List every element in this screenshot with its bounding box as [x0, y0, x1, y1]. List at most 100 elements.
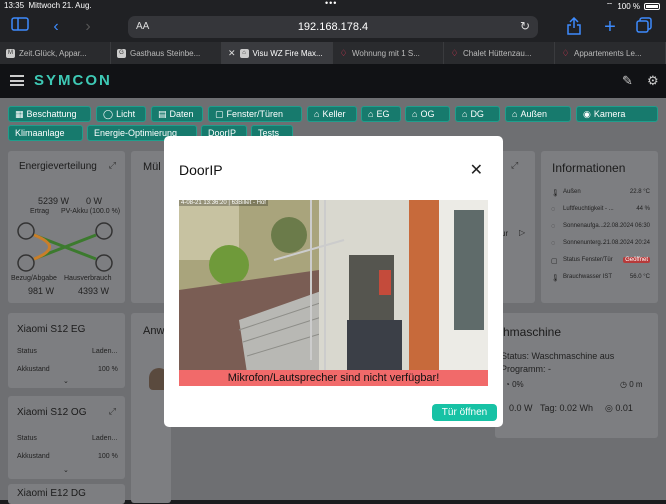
info-card-title: Informationen	[552, 161, 626, 175]
nav-chip-klimaanlage[interactable]: Klimaanlage	[8, 125, 83, 141]
nav-chip-fenster[interactable]: ▢ Fenster/Türen	[208, 106, 302, 122]
camera-timestamp: 4-08-21 13:36:20 | 63Billet - Hof	[179, 200, 268, 206]
chevron-down-icon[interactable]: ⌄	[63, 466, 69, 474]
tab-bar: M Zeit.Glück, Appar... G Gasthaus Steinbe.…	[0, 42, 666, 64]
ertrag-label: Ertrag	[30, 208, 50, 215]
ios-status-bar: 13:35 Mittwoch 21. Aug. ••• ⌔ 100 %	[0, 0, 666, 12]
back-icon[interactable]: ‹	[46, 17, 66, 37]
washer-card[interactable]: hmaschine Status: Waschmaschine aus Prog…	[495, 313, 658, 438]
thermometer-icon: 🌡	[551, 275, 560, 282]
nav-chip-dg[interactable]: ⌂ DG	[455, 106, 500, 122]
haus-label: Hausverbrauch	[64, 275, 112, 282]
nav-chip-beschattung[interactable]: ▦ Beschattung	[8, 106, 91, 122]
battery-icon	[644, 2, 660, 10]
tab-label: Zeit.Glück, Appar...	[19, 48, 87, 58]
washer-card-title: hmaschine	[503, 325, 562, 339]
coin-icon: ◎	[605, 403, 616, 413]
info-row: ▢ Status Fenster/Tür Geöffnet	[551, 257, 650, 265]
tab-label: Visu WZ Fire Max...	[252, 48, 323, 58]
home-icon: ⌂	[368, 109, 374, 119]
app-header: SYMCON ✎ ⚙	[0, 64, 666, 98]
humidity-icon: ◌	[551, 206, 556, 213]
browser-tab[interactable]: ♢ Wohnung mit 1 S...	[333, 42, 444, 64]
expand-icon[interactable]: ⤢	[109, 160, 116, 171]
xiaomi-og-title: Xiaomi S12 OG	[17, 407, 87, 418]
washer-program: Programm: -	[501, 364, 552, 374]
airbnb-icon: ♢	[450, 47, 459, 58]
forward-icon[interactable]: ›	[78, 17, 98, 37]
tab-favicon: G	[117, 48, 126, 58]
gear-icon[interactable]: ⚙	[647, 73, 659, 89]
home-icon: ⌂	[412, 109, 418, 119]
energy-card[interactable]: Energieverteilung ⤢ 5239 W Ertrag 0 W PV…	[8, 151, 125, 303]
energy-card-title: Energieverteilung	[19, 161, 97, 172]
dialog-title: DoorIP	[179, 162, 223, 178]
xiaomi-og-card[interactable]: Xiaomi S12 OG ⤢ Status Laden... Akkustan…	[8, 396, 125, 479]
clock-icon: ◷	[620, 380, 630, 389]
nav-chip-kamera[interactable]: ◉ Kamera	[576, 106, 658, 122]
chart-icon: ▤	[158, 108, 167, 119]
play-icon[interactable]: ▷	[519, 228, 525, 237]
sunset-icon: ◌	[551, 240, 556, 247]
nav-chip-licht[interactable]: ◯ Licht	[96, 106, 146, 122]
washer-status: Status: Waschmaschine aus	[501, 351, 615, 361]
expand-icon[interactable]: ⤢	[109, 406, 116, 417]
nav-chip-og[interactable]: ⌂ OG	[405, 106, 450, 122]
info-row: ◌ Luftfeuchtigkeit - ... 44 %	[551, 206, 650, 213]
info-row: 🌡 Brauchwasser IST 56.0 °C	[551, 274, 650, 282]
washer-time-left: ◷ 0 m	[620, 380, 643, 389]
info-card[interactable]: Informationen 🌡 Außen 22.8 °C ◌ Luftfeuchti…	[541, 151, 658, 303]
window-icon: ▢	[551, 258, 558, 265]
browser-tab-active[interactable]: ✕ ⌂ Visu WZ Fire Max...	[222, 42, 333, 64]
wifi-icon: ⌔	[605, 1, 614, 10]
home-icon: ⌂	[314, 109, 320, 119]
close-tab-icon[interactable]: ✕	[228, 48, 236, 59]
close-icon[interactable]: ✕	[470, 160, 483, 180]
browser-tab[interactable]: M Zeit.Glück, Appar...	[0, 42, 111, 64]
expand-icon[interactable]: ⤢	[511, 160, 518, 171]
address-bar[interactable]: AA 192.168.178.4 ↻	[128, 16, 538, 38]
home-icon: ⌂	[239, 48, 249, 58]
xiaomi-dg-card[interactable]: Xiaomi E12 DG	[8, 484, 125, 504]
chevron-down-icon[interactable]: ⌄	[63, 377, 69, 385]
nav-chip-keller[interactable]: ⌂ Keller	[307, 106, 357, 122]
sidebar-icon[interactable]	[10, 17, 30, 37]
xiaomi-eg-card[interactable]: Xiaomi S12 EG Status Laden... Akkustand …	[8, 313, 125, 388]
waste-card-title: Mül	[143, 161, 161, 173]
camera-view: 4-08-21 13:36:20 | 63Billet - Hof Mikrof…	[179, 200, 488, 386]
home-icon: ⌂	[462, 109, 468, 119]
nav-chip-daten[interactable]: ▤ Daten	[151, 106, 203, 122]
bulb-icon: ◯	[103, 108, 114, 119]
new-tab-icon[interactable]: +	[600, 17, 620, 37]
airbnb-icon: ♢	[339, 47, 348, 58]
camera-image	[179, 200, 488, 386]
tabs-overview-icon[interactable]	[634, 17, 654, 37]
browser-tab[interactable]: G Gasthaus Steinbe...	[111, 42, 222, 64]
info-row: ◌ Sonnenunterg... 21.08.2024 20:24	[551, 240, 650, 247]
shade-icon: ▦	[15, 108, 24, 119]
washer-day: Tag: 0.02 Wh	[540, 403, 594, 413]
home-icon: ⌂	[512, 109, 518, 119]
pv-label: PV-Akku (100.0 %)	[61, 208, 121, 215]
energy-flow-diagram	[17, 222, 113, 272]
reload-icon[interactable]: ↻	[520, 19, 530, 33]
washer-power: 0.0 W	[509, 403, 533, 413]
hamburger-menu-icon[interactable]	[10, 75, 24, 86]
xiaomi-eg-title: Xiaomi S12 EG	[17, 324, 86, 335]
battery-percent: 100 %	[617, 1, 640, 11]
nav-chip-aussen[interactable]: ⌂ Außen	[505, 106, 571, 122]
browser-tab[interactable]: ♢ Appartements Le...	[555, 42, 666, 64]
open-door-button[interactable]: Tür öffnen	[432, 404, 497, 421]
pv-value: 0 W	[86, 196, 103, 206]
edit-icon[interactable]: ✎	[622, 73, 633, 89]
bezug-label: Bezug/Abgabe	[11, 275, 57, 282]
nav-chip-eg[interactable]: ⌂ EG	[361, 106, 401, 122]
info-row: 🌡 Außen 22.8 °C	[551, 189, 650, 197]
browser-tab[interactable]: ♢ Chalet Hüttenzau...	[444, 42, 555, 64]
status-badge: Geöffnet	[623, 257, 650, 263]
share-icon[interactable]	[564, 16, 584, 37]
washer-percent: ◔ 0%	[505, 380, 524, 389]
multitasking-dots[interactable]: •••	[325, 0, 337, 8]
doorip-dialog: DoorIP ✕ 4-08-21 13:36:20 | 63Billet - H…	[164, 136, 503, 427]
washer-extra: ◎ 0.01	[605, 403, 633, 413]
